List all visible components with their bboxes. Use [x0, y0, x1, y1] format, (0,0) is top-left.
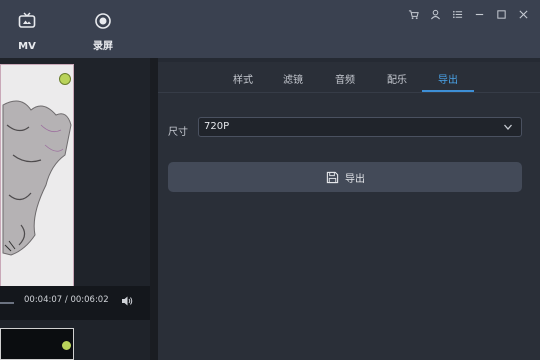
panel-tabs: 样式 滤镜 音频 配乐 导出 — [158, 62, 540, 93]
progress-track[interactable] — [0, 302, 14, 304]
mode-record-label: 录屏 — [93, 41, 113, 52]
export-button-label: 导出 — [345, 174, 365, 185]
preview-marker — [59, 73, 71, 85]
mode-mv-button[interactable]: MV — [2, 12, 52, 53]
menu-icon — [452, 10, 462, 18]
maximize-icon — [496, 9, 506, 19]
clip-marker — [62, 341, 71, 350]
chevron-down-icon — [504, 124, 512, 130]
settings-panel: 样式 滤镜 音频 配乐 导出 尺寸 720P 导出 — [158, 62, 540, 360]
close-button[interactable] — [512, 6, 534, 22]
window-controls — [402, 6, 534, 22]
active-tab-indicator — [422, 90, 474, 92]
minimize-button[interactable] — [468, 6, 490, 22]
cart-button[interactable] — [402, 6, 424, 22]
close-icon — [518, 9, 528, 19]
preview-sketch-image — [1, 65, 73, 287]
mode-mv-label: MV — [18, 41, 36, 52]
top-bar: MV 录屏 — [0, 0, 540, 58]
export-button-content: 导出 — [326, 170, 365, 185]
record-icon — [95, 13, 111, 29]
tab-export[interactable]: 导出 — [438, 71, 458, 86]
video-preview[interactable] — [0, 64, 74, 288]
user-button[interactable] — [424, 6, 446, 22]
tab-audio[interactable]: 音频 — [335, 71, 355, 86]
size-label: 尺寸 — [168, 127, 188, 138]
export-button[interactable]: 导出 — [168, 162, 522, 192]
mode-record-button[interactable]: 录屏 — [78, 12, 128, 53]
playback-time: 00:04:07 / 00:06:02 — [24, 295, 109, 305]
tab-filter[interactable]: 滤镜 — [283, 71, 303, 86]
size-select-value: 720P — [204, 121, 230, 132]
user-icon — [430, 9, 440, 19]
tab-music[interactable]: 配乐 — [387, 71, 407, 86]
preview-pane: 00:04:07 / 00:06:02 — [0, 58, 150, 360]
volume-icon — [122, 296, 133, 306]
tab-style[interactable]: 样式 — [233, 71, 253, 86]
cart-icon — [408, 9, 419, 19]
minimize-icon — [475, 13, 483, 15]
save-icon — [326, 171, 339, 184]
tv-icon — [18, 12, 36, 28]
clip-thumbnail[interactable] — [0, 328, 74, 360]
pane-divider[interactable] — [150, 58, 158, 360]
maximize-button[interactable] — [490, 6, 512, 22]
size-select[interactable]: 720P — [198, 117, 522, 137]
volume-button[interactable] — [121, 295, 133, 310]
playback-bar: 00:04:07 / 00:06:02 — [0, 286, 150, 320]
menu-button[interactable] — [446, 6, 468, 22]
